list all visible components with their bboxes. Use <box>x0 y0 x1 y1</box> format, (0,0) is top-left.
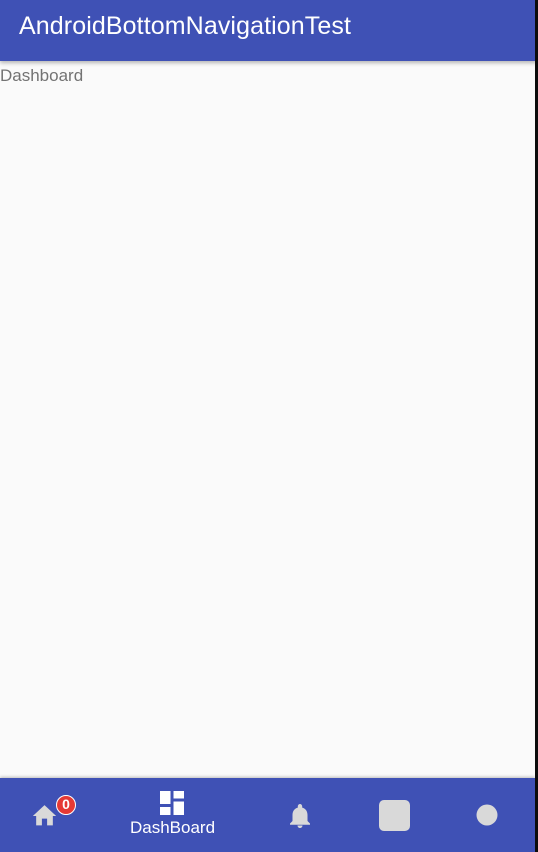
nav-item-notifications[interactable] <box>255 778 345 852</box>
nav-label-dashboard: DashBoard <box>129 818 216 837</box>
nav-item-dashboard[interactable]: DashBoard <box>110 778 235 852</box>
home-icon <box>32 805 57 826</box>
dashboard-icon <box>160 791 184 815</box>
bell-icon <box>290 804 310 828</box>
bottom-navigation: 0 DashBoard <box>0 778 535 852</box>
content-label: Dashboard <box>0 66 84 85</box>
app-title: AndroidBottomNavigationTest <box>19 12 352 40</box>
content-area: Dashboard <box>0 61 535 778</box>
circle-icon <box>476 804 498 826</box>
nav-item-circle[interactable] <box>442 778 532 852</box>
app-bar: AndroidBottomNavigationTest <box>0 0 538 61</box>
rounded-square-icon <box>379 800 410 831</box>
nav-item-square[interactable] <box>350 778 440 852</box>
nav-item-home[interactable]: 0 <box>0 778 90 852</box>
home-badge: 0 <box>56 795 76 815</box>
